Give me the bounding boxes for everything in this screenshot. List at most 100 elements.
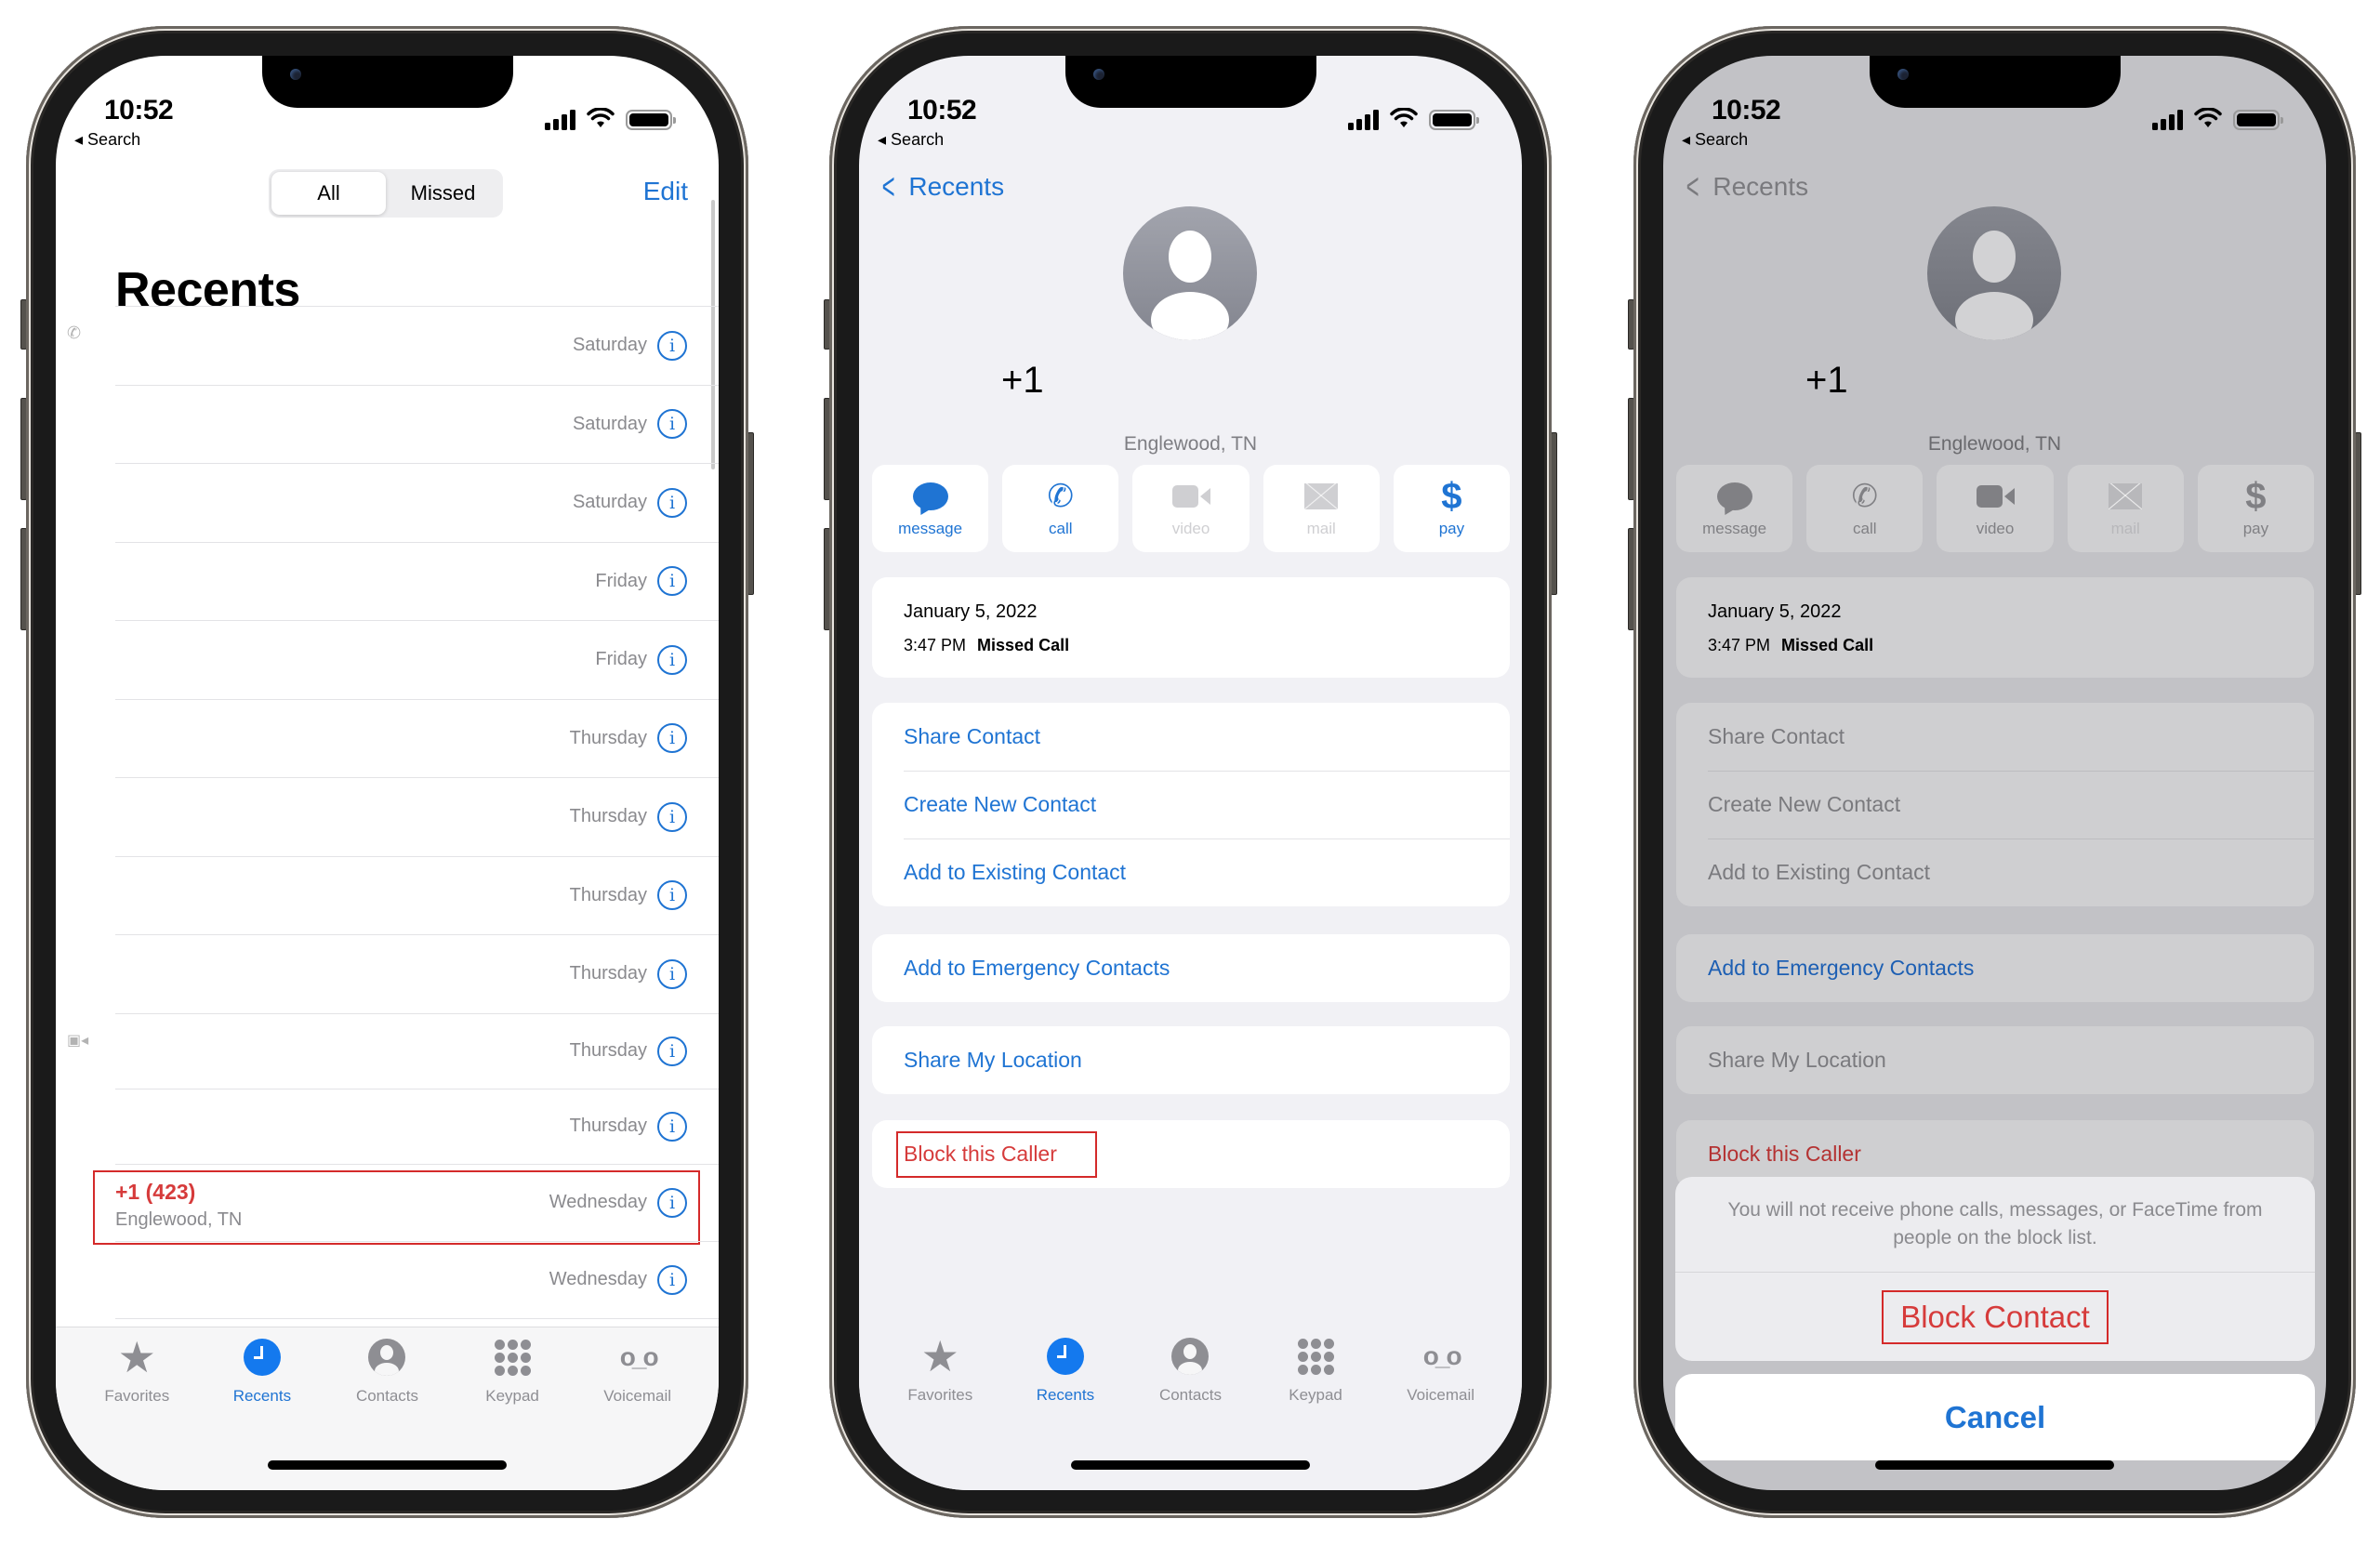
share-my-location-button[interactable]: Share My Location bbox=[872, 1026, 1510, 1094]
screen: 10:52 ◂ Search < Recents +1 Englewood, T… bbox=[859, 56, 1522, 1490]
tab-label: Recents bbox=[1036, 1386, 1095, 1404]
share-my-location-button[interactable]: Share My Location bbox=[1676, 1026, 2314, 1094]
call-day: Thursday bbox=[569, 727, 647, 748]
call-type: Missed Call bbox=[1781, 636, 1874, 654]
info-icon[interactable]: i bbox=[657, 1111, 687, 1142]
video-camera-icon bbox=[1171, 485, 1210, 508]
call-day: Thursday bbox=[569, 884, 647, 905]
battery-icon bbox=[1429, 110, 1479, 130]
share-contact-button[interactable]: Share Contact bbox=[1676, 703, 2314, 771]
cellular-signal-icon bbox=[545, 108, 575, 130]
home-indicator[interactable] bbox=[1875, 1460, 2114, 1470]
add-to-existing-contact-button[interactable]: Add to Existing Contact bbox=[1676, 839, 2314, 906]
share-contact-button[interactable]: Share Contact bbox=[872, 703, 1510, 771]
call-row[interactable]: Thursday i bbox=[115, 855, 719, 935]
pay-button[interactable]: $ pay bbox=[2197, 465, 2315, 552]
message-bubble-icon bbox=[1716, 482, 1752, 510]
call-row[interactable]: Thursday i bbox=[115, 1088, 719, 1164]
info-icon[interactable]: i bbox=[657, 1187, 687, 1218]
call-day: Thursday bbox=[569, 1040, 647, 1061]
clock-icon bbox=[243, 1339, 281, 1376]
back-to-app-label: Search bbox=[891, 130, 945, 149]
cancel-button[interactable]: Cancel bbox=[1675, 1374, 2315, 1460]
info-icon[interactable]: i bbox=[657, 330, 687, 361]
back-to-app-link[interactable]: ◂ Search bbox=[878, 130, 944, 150]
tab-voicemail[interactable]: o_o Voicemail bbox=[575, 1327, 700, 1490]
create-new-contact-button[interactable]: Create New Contact bbox=[1676, 771, 2314, 839]
call-row[interactable]: Wednesday i bbox=[115, 1240, 719, 1318]
call-row[interactable]: Saturday i bbox=[115, 384, 719, 464]
call-row-highlighted[interactable]: +1 (423) Englewood, TN Wednesday i bbox=[93, 1163, 719, 1245]
outgoing-video-icon: ▣◂ bbox=[67, 1032, 89, 1049]
action-sheet-message: You will not receive phone calls, messag… bbox=[1675, 1177, 2315, 1273]
call-day: Wednesday bbox=[549, 1269, 647, 1289]
mail-button[interactable]: mail bbox=[1263, 465, 1380, 552]
info-icon[interactable]: i bbox=[657, 644, 687, 675]
screen: 10:52 ◂ Search All Missed Edit Recents ✆… bbox=[56, 56, 719, 1490]
call-day: Saturday bbox=[572, 492, 647, 513]
segment-missed[interactable]: Missed bbox=[386, 172, 500, 215]
edit-button[interactable]: Edit bbox=[643, 177, 688, 206]
segment-all[interactable]: All bbox=[271, 172, 386, 215]
info-icon[interactable]: i bbox=[657, 1036, 687, 1066]
contact-avatar bbox=[1123, 206, 1257, 340]
wifi-icon bbox=[1390, 107, 1418, 130]
call-row[interactable]: Thursday i bbox=[115, 777, 719, 856]
call-button[interactable]: ✆ call bbox=[1806, 465, 1924, 552]
status-icons bbox=[2152, 107, 2283, 130]
info-icon[interactable]: i bbox=[657, 880, 687, 911]
add-to-emergency-contacts-button[interactable]: Add to Emergency Contacts bbox=[1676, 934, 2314, 1002]
call-row[interactable]: Friday i bbox=[115, 541, 719, 621]
mail-envelope-icon bbox=[2109, 483, 2143, 509]
quick-actions: message ✆ call video mail $ pay bbox=[872, 465, 1511, 552]
power-button bbox=[1551, 432, 1557, 595]
back-to-app-link[interactable]: ◂ Search bbox=[1682, 130, 1748, 150]
call-row[interactable]: Thursday i bbox=[115, 934, 719, 1013]
call-row[interactable]: Friday i bbox=[115, 620, 719, 699]
tab-favorites[interactable]: ★ Favorites bbox=[74, 1327, 200, 1490]
person-circle-icon bbox=[1171, 1338, 1210, 1375]
call-button[interactable]: ✆ call bbox=[1002, 465, 1119, 552]
call-row[interactable]: ▣◂ Thursday i bbox=[67, 1012, 719, 1089]
create-new-contact-button[interactable]: Create New Contact bbox=[872, 771, 1510, 839]
action-label: pay bbox=[2242, 520, 2269, 537]
front-camera bbox=[1093, 69, 1104, 80]
call-row[interactable]: ✆ Saturday i bbox=[67, 306, 719, 385]
phone-recents-list: 10:52 ◂ Search All Missed Edit Recents ✆… bbox=[20, 26, 754, 1518]
call-time-line: 3:47 PM Missed Call bbox=[1708, 636, 2314, 655]
video-button[interactable]: video bbox=[1937, 465, 2054, 552]
info-icon[interactable]: i bbox=[657, 487, 687, 518]
call-day: Friday bbox=[595, 649, 647, 670]
info-icon[interactable]: i bbox=[657, 723, 687, 754]
call-history-card: January 5, 2022 3:47 PM Missed Call bbox=[872, 577, 1510, 678]
call-row[interactable]: Saturday i bbox=[115, 463, 719, 542]
info-icon[interactable]: i bbox=[657, 409, 687, 440]
back-to-recents-button[interactable]: < Recents bbox=[878, 168, 1004, 205]
add-to-existing-contact-button[interactable]: Add to Existing Contact bbox=[872, 839, 1510, 906]
tab-favorites[interactable]: ★ Favorites bbox=[878, 1327, 1003, 1490]
mail-button[interactable]: mail bbox=[2067, 465, 2184, 552]
person-circle-icon bbox=[368, 1339, 406, 1376]
keypad-icon bbox=[494, 1339, 531, 1376]
call-row[interactable]: Thursday i bbox=[115, 698, 719, 778]
info-icon[interactable]: i bbox=[657, 566, 687, 597]
home-indicator[interactable] bbox=[1071, 1460, 1310, 1470]
add-to-emergency-contacts-button[interactable]: Add to Emergency Contacts bbox=[872, 934, 1510, 1002]
call-day: Friday bbox=[595, 570, 647, 591]
pay-button[interactable]: $ pay bbox=[1393, 465, 1511, 552]
info-icon[interactable]: i bbox=[657, 958, 687, 989]
message-button[interactable]: message bbox=[872, 465, 989, 552]
video-button[interactable]: video bbox=[1132, 465, 1250, 552]
info-icon[interactable]: i bbox=[657, 1264, 687, 1295]
cellular-signal-icon bbox=[1348, 108, 1379, 130]
home-indicator[interactable] bbox=[268, 1460, 507, 1470]
notch bbox=[1065, 56, 1316, 108]
block-contact-button[interactable]: Block Contact bbox=[1882, 1289, 2109, 1344]
back-to-recents-button[interactable]: < Recents bbox=[1682, 168, 1808, 205]
quick-actions: message ✆ call video mail $ pay bbox=[1676, 465, 2315, 552]
back-to-app-link[interactable]: ◂ Search bbox=[74, 130, 140, 150]
status-icons bbox=[1348, 107, 1479, 130]
message-button[interactable]: message bbox=[1676, 465, 1793, 552]
tab-voicemail[interactable]: o_o Voicemail bbox=[1378, 1327, 1503, 1490]
info-icon[interactable]: i bbox=[657, 801, 687, 832]
